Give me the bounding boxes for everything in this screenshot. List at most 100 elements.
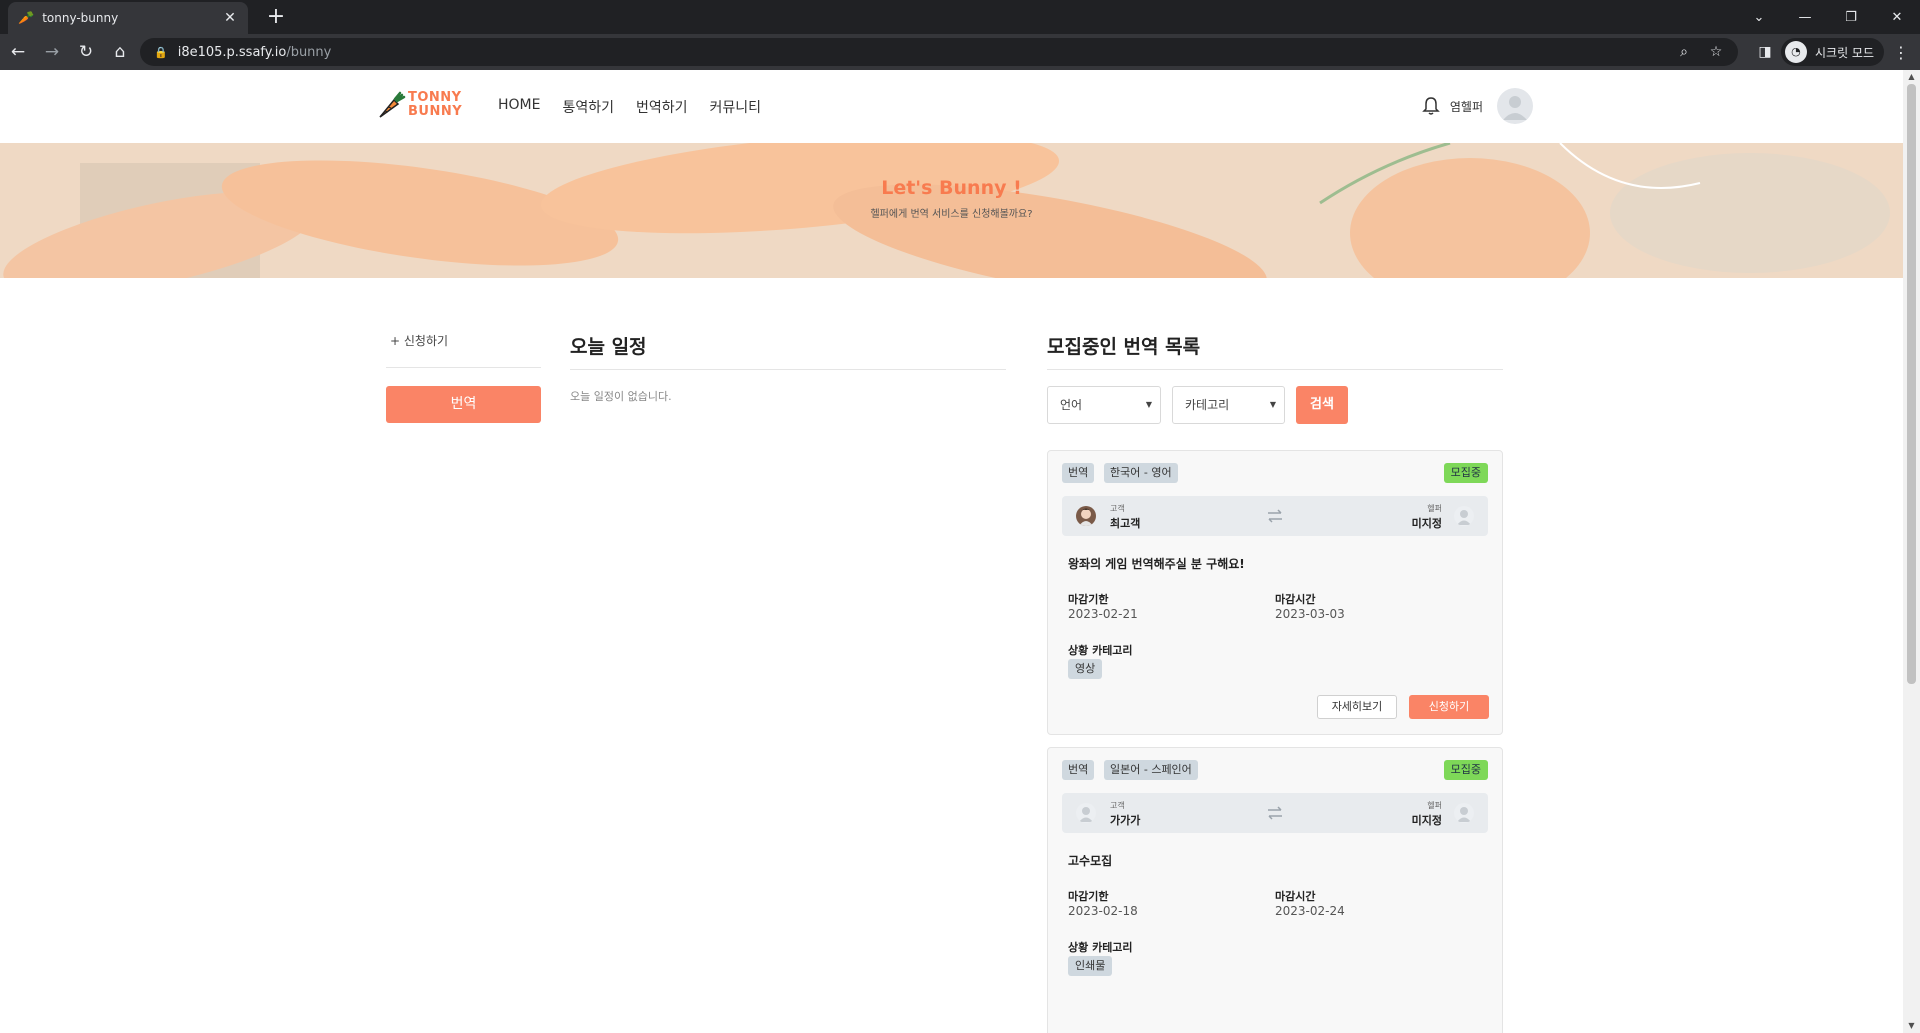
bell-icon[interactable] [1422, 96, 1440, 116]
user-name[interactable]: 염헬퍼 [1450, 98, 1483, 115]
home-icon[interactable]: ⌂ [104, 38, 136, 66]
page-viewport: TONNY BUNNY HOME 통역하기 번역하기 커뮤니티 염헬퍼 Let'… [0, 70, 1920, 1033]
helper-avatar [1454, 803, 1474, 823]
new-tab-button[interactable]: + [262, 4, 290, 32]
scroll-down-arrow-icon[interactable]: ▼ [1903, 1019, 1920, 1033]
client-name: 가가가 [1110, 814, 1141, 827]
category-select[interactable]: 카테고리 ▼ [1172, 386, 1285, 424]
main-nav: HOME 통역하기 번역하기 커뮤니티 [498, 97, 783, 117]
site-header: TONNY BUNNY HOME 통역하기 번역하기 커뮤니티 염헬퍼 [0, 70, 1903, 143]
closing-label: 마감시간 [1275, 593, 1316, 606]
scroll-up-arrow-icon[interactable]: ▲ [1903, 70, 1920, 84]
closing-value: 2023-02-24 [1275, 904, 1345, 918]
restore-icon[interactable]: ❐ [1828, 10, 1874, 25]
browser-tab-strip: 🥕 tonny-bunny ✕ + ⌄ — ❐ ✕ [0, 0, 1920, 34]
url-path: /bunny [286, 44, 332, 60]
new-request-link[interactable]: + 신청하기 [390, 332, 448, 349]
category-tag: 인쇄물 [1068, 956, 1113, 976]
browser-tab[interactable]: 🥕 tonny-bunny ✕ [8, 2, 248, 34]
caret-down-icon: ▼ [1145, 400, 1152, 409]
nav-home[interactable]: HOME [498, 97, 540, 117]
status-badge: 모집중 [1443, 760, 1488, 780]
window-controls: ⌄ — ❐ ✕ [1736, 0, 1920, 34]
apply-button[interactable]: 신청하기 [1409, 695, 1489, 719]
lock-icon[interactable]: 🔒 [154, 46, 168, 59]
reload-icon[interactable]: ↻ [70, 38, 102, 66]
zoom-icon[interactable]: ⌕ [1668, 44, 1700, 60]
scrollbar-thumb[interactable] [1907, 84, 1916, 684]
address-bar[interactable]: 🔒 i8e105.p.ssafy.io /bunny ⌕ ☆ [140, 38, 1738, 66]
hero-subtitle: 헬퍼에게 번역 서비스를 신청해볼까요? [870, 209, 1033, 220]
incognito-profile-button[interactable]: ◔ 시크릿 모드 [1780, 38, 1884, 66]
category-tag: 영상 [1068, 659, 1103, 679]
status-badge: 모집중 [1443, 463, 1488, 483]
list-divider [1047, 369, 1503, 370]
translate-filter-button[interactable]: 번역 [386, 386, 541, 423]
side-panel-icon[interactable]: ◨ [1749, 44, 1781, 60]
helper-name: 미지정 [1411, 517, 1442, 530]
caret-down-icon: ▼ [1269, 400, 1276, 409]
hero-title: Let's Bunny ! [881, 177, 1022, 199]
type-tag: 번역 [1062, 463, 1095, 483]
hero-banner: Let's Bunny ! 헬퍼에게 번역 서비스를 신청해볼까요? [0, 143, 1903, 278]
closing-label: 마감시간 [1275, 890, 1316, 903]
schedule-empty-text: 오늘 일정이 없습니다. [570, 390, 672, 403]
logo[interactable]: TONNY BUNNY [376, 87, 468, 123]
header-user-area: 염헬퍼 [1422, 88, 1533, 124]
language-tag: 일본어 - 스페인어 [1104, 760, 1198, 780]
request-title: 고수모집 [1068, 854, 1113, 868]
close-tab-icon[interactable]: ✕ [222, 10, 238, 26]
recruit-card: 번역 한국어 - 영어 모집중 고객 최고객 헬퍼 미지정 왕좌의 게임 번역해… [1047, 450, 1503, 735]
participants-bar: 고객 최고객 헬퍼 미지정 [1062, 496, 1488, 536]
tab-title: tonny-bunny [42, 11, 119, 25]
swap-arrows-icon [1268, 806, 1282, 820]
swap-arrows-icon [1268, 509, 1282, 523]
client-role: 고객 [1110, 504, 1125, 513]
nav-interpret[interactable]: 통역하기 [562, 97, 614, 117]
schedule-title: 오늘 일정 [570, 336, 647, 358]
client-role: 고객 [1110, 801, 1125, 810]
tab-search-icon[interactable]: ⌄ [1736, 10, 1782, 25]
default-user-icon [1503, 96, 1527, 120]
participants-bar: 고객 가가가 헬퍼 미지정 [1062, 793, 1488, 833]
deadline-value: 2023-02-18 [1068, 904, 1138, 918]
category-label: 상황 카테고리 [1068, 941, 1133, 954]
category-label: 상황 카테고리 [1068, 644, 1133, 657]
helper-role: 헬퍼 [1427, 801, 1442, 810]
carrot-logo-icon [379, 91, 406, 118]
nav-translate[interactable]: 번역하기 [636, 97, 688, 117]
type-tag: 번역 [1062, 760, 1095, 780]
view-details-button[interactable]: 자세히보기 [1317, 695, 1397, 719]
language-select[interactable]: 언어 ▼ [1047, 386, 1161, 424]
minimize-icon[interactable]: — [1782, 10, 1828, 25]
language-tag: 한국어 - 영어 [1104, 463, 1178, 483]
recruit-card: 번역 일본어 - 스페인어 모집중 고객 가가가 헬퍼 미지정 고수모집 마감기… [1047, 747, 1503, 1033]
back-icon[interactable]: ← [2, 38, 34, 66]
deadline-value: 2023-02-21 [1068, 607, 1138, 621]
kebab-menu-icon[interactable]: ⋮ [1890, 43, 1912, 62]
search-button[interactable]: 검색 [1296, 386, 1348, 424]
request-title: 왕좌의 게임 번역해주실 분 구해요! [1068, 557, 1245, 571]
sidebar-divider [386, 367, 541, 368]
recruit-list-title: 모집중인 번역 목록 [1047, 336, 1201, 358]
close-window-icon[interactable]: ✕ [1874, 10, 1920, 25]
carrot-favicon-icon: 🥕 [18, 10, 35, 26]
logo-text: TONNY BUNNY [408, 90, 463, 119]
browser-toolbar: ← → ↻ ⌂ 🔒 i8e105.p.ssafy.io /bunny ⌕ ☆ ◨… [0, 34, 1920, 70]
user-avatar[interactable] [1497, 88, 1533, 124]
bookmark-star-icon[interactable]: ☆ [1700, 44, 1732, 60]
client-avatar [1076, 506, 1096, 526]
client-name: 최고객 [1110, 517, 1141, 530]
nav-community[interactable]: 커뮤니티 [710, 97, 762, 117]
forward-icon[interactable]: → [36, 38, 68, 66]
schedule-divider [570, 369, 1006, 370]
helper-name: 미지정 [1411, 814, 1442, 827]
helper-role: 헬퍼 [1427, 504, 1442, 513]
page-scrollbar[interactable]: ▲ ▼ [1903, 70, 1920, 1033]
client-avatar [1076, 803, 1096, 823]
incognito-icon: ◔ [1784, 41, 1807, 63]
closing-value: 2023-03-03 [1275, 607, 1345, 621]
helper-avatar [1454, 506, 1474, 526]
url-host: i8e105.p.ssafy.io [177, 44, 287, 60]
incognito-label: 시크릿 모드 [1814, 45, 1874, 60]
